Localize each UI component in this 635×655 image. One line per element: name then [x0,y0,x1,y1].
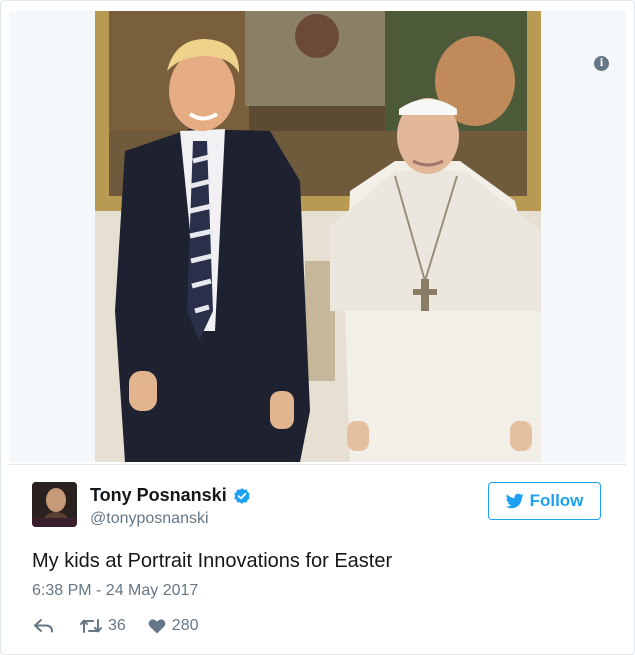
follow-button[interactable]: Follow [488,482,601,520]
retweet-button[interactable]: 36 [80,617,126,635]
author-name-row: Tony Posnanski [90,485,251,506]
tweet-timestamp[interactable]: 6:38 PM - 24 May 2017 [32,582,198,600]
like-button[interactable]: 280 [148,617,199,635]
tweet-text: My kids at Portrait Innovations for East… [32,550,393,572]
bird-icon [505,493,524,509]
author-handle[interactable]: @tonyposnanski [90,510,209,528]
tweet-actions: 36 280 [34,617,199,635]
reply-icon [34,619,53,633]
divider [9,464,626,465]
heart-icon [148,619,166,634]
avatar[interactable] [32,482,77,527]
author-display-name[interactable]: Tony Posnanski [90,485,227,506]
media-info-icon[interactable]: i [594,56,609,71]
follow-label: Follow [529,491,584,510]
tweet-card: i Tony Posnanski @tonyposnanski Follow M… [0,0,635,655]
reply-button[interactable] [34,618,54,634]
tweet-media[interactable]: i [9,11,626,462]
tweet-photo[interactable] [95,11,541,462]
avatar-photo [32,482,77,527]
verified-badge-icon [233,487,250,504]
retweet-icon [80,619,102,633]
like-count: 280 [171,617,199,634]
retweet-count: 36 [108,617,126,634]
